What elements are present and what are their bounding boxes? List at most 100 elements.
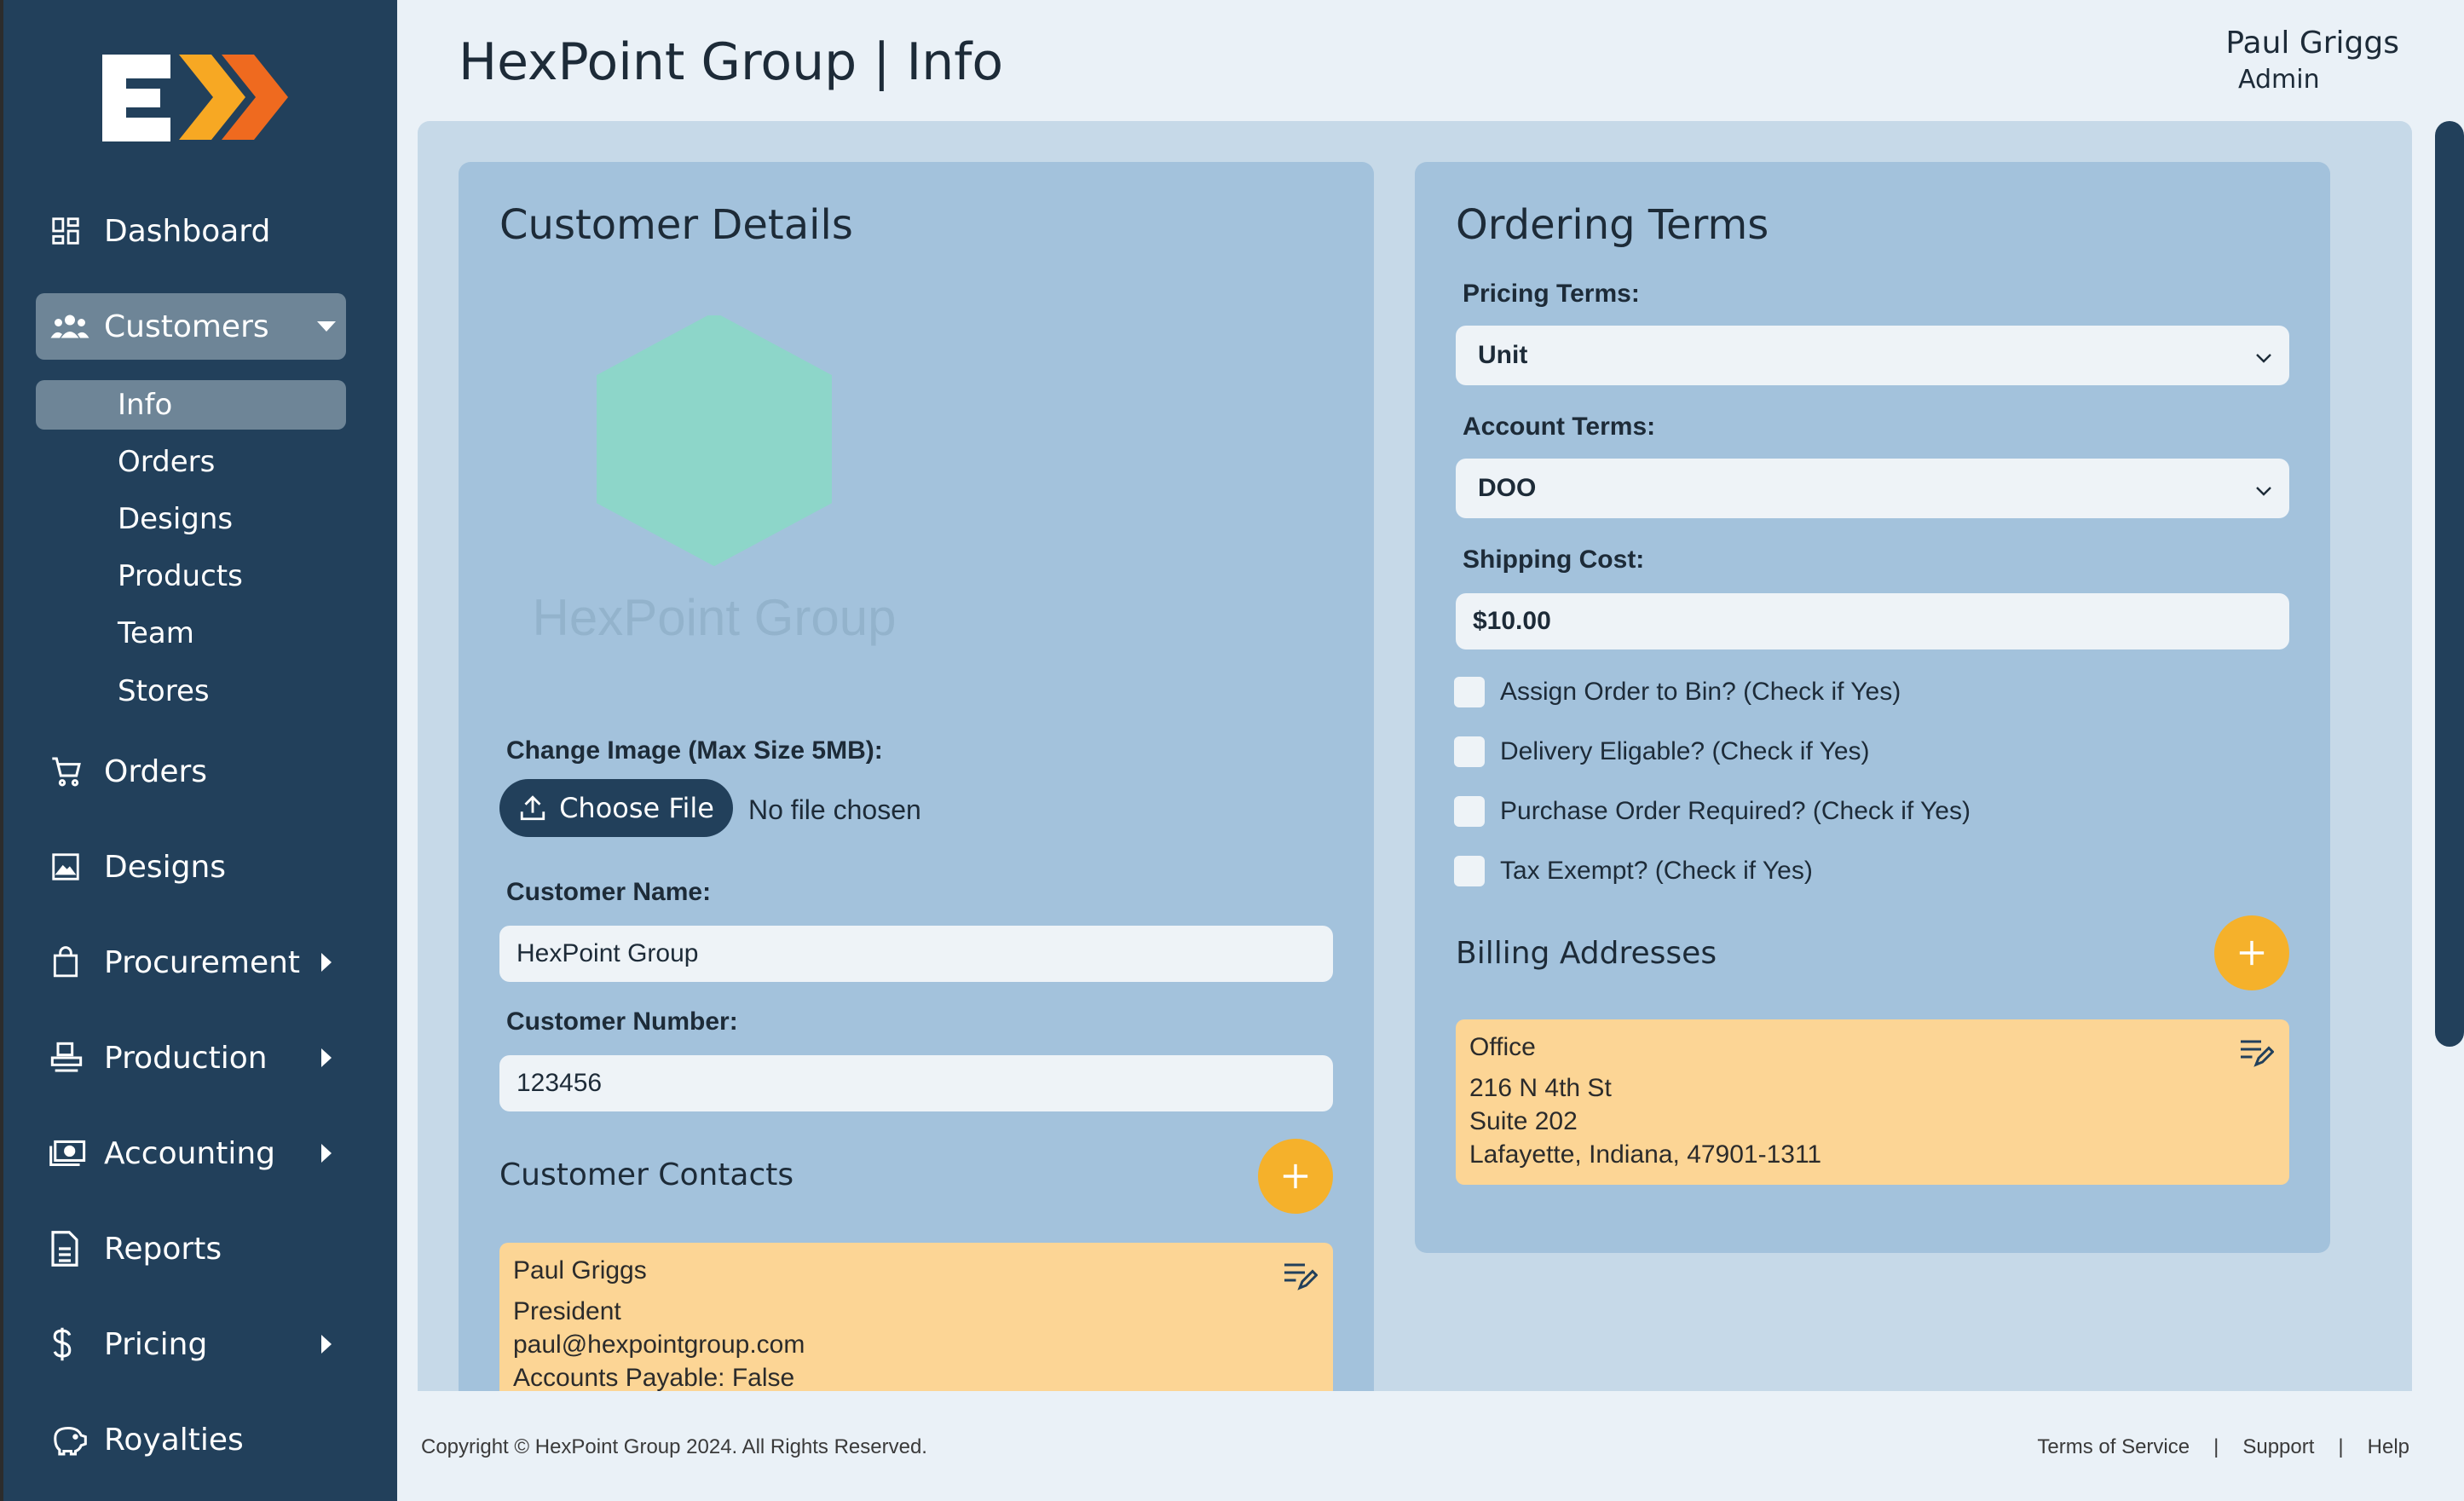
- account-terms-value: DOO: [1478, 474, 1537, 502]
- assign-bin-label: Assign Order to Bin? (Check if Yes): [1500, 678, 1901, 706]
- sidebar-item-reports[interactable]: Reports: [36, 1215, 346, 1282]
- terms-of-service-link[interactable]: Terms of Service: [2037, 1435, 2190, 1459]
- edit-icon[interactable]: [2238, 1036, 2275, 1071]
- sidebar-item-accounting[interactable]: Accounting: [36, 1120, 346, 1186]
- contact-email: paul@hexpointgroup.com: [513, 1331, 805, 1359]
- caret-right-icon: [307, 1048, 346, 1067]
- sidebar-item-procurement[interactable]: Procurement: [36, 929, 346, 996]
- choose-file-label: Choose File: [559, 792, 714, 824]
- app-logo[interactable]: [94, 48, 290, 147]
- users-icon: [36, 312, 104, 341]
- po-required-checkbox-row[interactable]: Purchase Order Required? (Check if Yes): [1454, 796, 1971, 827]
- sidebar-item-designs[interactable]: Designs: [36, 834, 346, 900]
- sidebar-item-label: Customers: [104, 309, 269, 344]
- bag-icon: [36, 945, 104, 979]
- chevron-down-icon: [2255, 474, 2272, 503]
- shipping-cost-input[interactable]: $10.00: [1456, 593, 2289, 649]
- tax-exempt-label: Tax Exempt? (Check if Yes): [1500, 857, 1813, 885]
- address-line-1: 216 N 4th St: [1469, 1074, 1612, 1102]
- page-title: HexPoint Group | Info: [459, 32, 1004, 92]
- contact-card: Paul Griggs President paul@hexpointgroup…: [499, 1243, 1333, 1391]
- caret-down-icon: [307, 321, 346, 332]
- billing-addresses-title: Billing Addresses: [1456, 936, 1717, 971]
- tax-exempt-checkbox-row[interactable]: Tax Exempt? (Check if Yes): [1454, 856, 1813, 886]
- footer-copyright: Copyright © HexPoint Group 2024. All Rig…: [421, 1435, 927, 1458]
- assign-bin-checkbox-row[interactable]: Assign Order to Bin? (Check if Yes): [1454, 677, 1901, 707]
- logo-caption: HexPoint Group: [532, 589, 897, 646]
- address-line-2: Suite 202: [1469, 1107, 1578, 1135]
- upload-icon: [518, 794, 547, 823]
- caret-right-icon: [307, 1144, 346, 1163]
- sidebar-item-label: Orders: [104, 753, 208, 789]
- assign-bin-checkbox[interactable]: [1454, 677, 1485, 707]
- sidebar-item-label: Pricing: [104, 1326, 208, 1362]
- address-name: Office: [1469, 1033, 1536, 1061]
- customer-name-input[interactable]: HexPoint Group: [499, 926, 1333, 982]
- image-icon: [36, 851, 104, 883]
- sidebar-subitem-info[interactable]: Info: [36, 380, 346, 430]
- change-image-label: Change Image (Max Size 5MB):: [506, 736, 883, 765]
- sidebar-item-label: Dashboard: [104, 213, 271, 249]
- po-required-checkbox[interactable]: [1454, 796, 1485, 827]
- tax-exempt-checkbox[interactable]: [1454, 856, 1485, 886]
- sidebar-item-royalties[interactable]: Royalties: [36, 1406, 346, 1473]
- document-icon: [36, 1231, 104, 1267]
- user-role: Admin: [2238, 65, 2320, 95]
- piggy-bank-icon: [36, 1423, 104, 1456]
- caret-right-icon: [307, 953, 346, 972]
- plus-icon: [2239, 940, 2265, 966]
- add-billing-address-button[interactable]: [2214, 915, 2289, 990]
- customer-contacts-title: Customer Contacts: [499, 1158, 794, 1192]
- help-link[interactable]: Help: [2368, 1435, 2409, 1459]
- cart-icon: [36, 754, 104, 788]
- user-name[interactable]: Paul Griggs: [2225, 26, 2399, 61]
- edit-icon[interactable]: [1282, 1260, 1319, 1295]
- sidebar-subitem-stores[interactable]: Stores: [36, 667, 346, 716]
- dashboard-icon: [36, 215, 104, 247]
- sidebar: Dashboard Customers Info Orders Designs …: [0, 0, 397, 1501]
- scrollbar[interactable]: [2435, 121, 2464, 1047]
- pricing-terms-label: Pricing Terms:: [1463, 280, 1640, 308]
- po-required-label: Purchase Order Required? (Check if Yes): [1500, 797, 1971, 825]
- choose-file-button[interactable]: Choose File: [499, 779, 733, 837]
- contact-title: President: [513, 1297, 621, 1325]
- sidebar-subitem-designs[interactable]: Designs: [36, 494, 346, 544]
- sidebar-subitem-team[interactable]: Team: [36, 609, 346, 658]
- chevron-down-icon: [2255, 341, 2272, 370]
- contact-name: Paul Griggs: [513, 1256, 647, 1285]
- delivery-eligible-checkbox-row[interactable]: Delivery Eligable? (Check if Yes): [1454, 736, 1870, 767]
- sidebar-item-customers[interactable]: Customers: [36, 293, 346, 360]
- sidebar-item-label: Royalties: [104, 1422, 244, 1458]
- account-terms-select[interactable]: DOO: [1456, 459, 2289, 518]
- plus-icon: [1283, 1163, 1308, 1189]
- sidebar-subitem-orders[interactable]: Orders: [36, 437, 346, 487]
- sidebar-item-production[interactable]: Production: [36, 1025, 346, 1091]
- sidebar-item-label: Procurement: [104, 944, 301, 980]
- pricing-terms-select[interactable]: Unit: [1456, 326, 2289, 385]
- sidebar-item-pricing[interactable]: Pricing: [36, 1311, 346, 1377]
- sidebar-item-dashboard[interactable]: Dashboard: [36, 198, 346, 264]
- delivery-eligible-label: Delivery Eligable? (Check if Yes): [1500, 737, 1870, 765]
- money-icon: [36, 1138, 104, 1169]
- sidebar-item-label: Reports: [104, 1231, 222, 1267]
- sidebar-item-label: Production: [104, 1040, 268, 1076]
- customer-name-label: Customer Name:: [506, 878, 712, 906]
- delivery-eligible-checkbox[interactable]: [1454, 736, 1485, 767]
- sidebar-item-orders[interactable]: Orders: [36, 738, 346, 805]
- billing-address-card: Office 216 N 4th St Suite 202 Lafayette,…: [1456, 1019, 2289, 1185]
- support-link[interactable]: Support: [2242, 1435, 2314, 1459]
- customer-details-title: Customer Details: [499, 201, 853, 249]
- add-contact-button[interactable]: [1258, 1139, 1333, 1214]
- customer-details-card: Customer Details HexPoint Group Change I…: [459, 162, 1374, 1391]
- footer-divider: |: [2213, 1435, 2219, 1458]
- customer-number-input[interactable]: 123456: [499, 1055, 1333, 1111]
- customer-logo: HexPoint Group: [527, 315, 902, 673]
- sidebar-item-label: Accounting: [104, 1135, 276, 1171]
- sidebar-subitem-products[interactable]: Products: [36, 551, 346, 601]
- production-icon: [36, 1041, 104, 1075]
- main-content: Customer Details HexPoint Group Change I…: [418, 121, 2412, 1391]
- ordering-terms-card: Ordering Terms Pricing Terms: Unit Accou…: [1415, 162, 2330, 1253]
- customer-number-label: Customer Number:: [506, 1007, 738, 1036]
- footer-links: Terms of Service | Support | Help: [2037, 1435, 2409, 1459]
- contact-accounts-payable: Accounts Payable: False: [513, 1364, 795, 1391]
